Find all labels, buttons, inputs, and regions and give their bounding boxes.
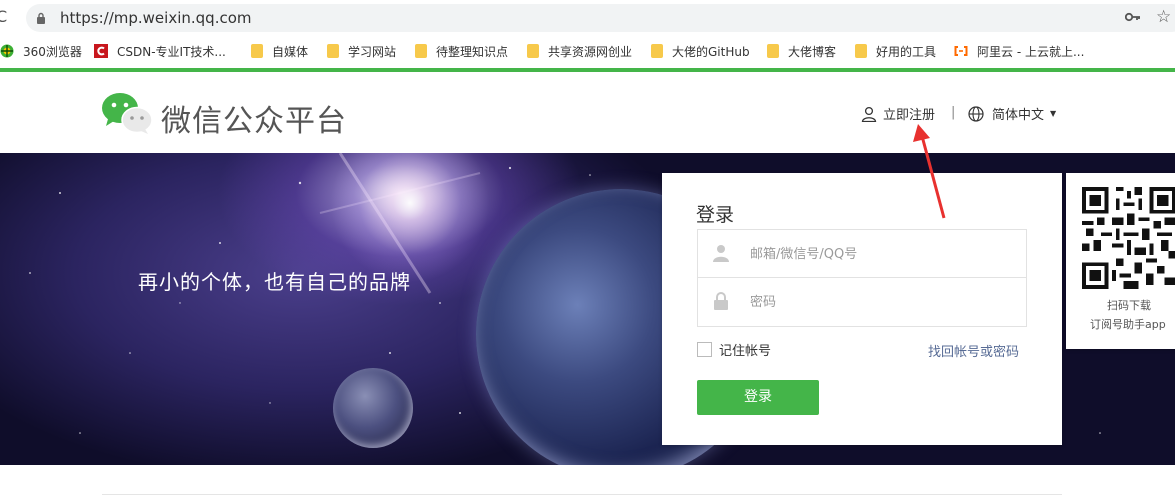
remember-label: 记住帐号	[719, 344, 772, 359]
content-divider	[102, 494, 1062, 495]
register-link[interactable]: 立即注册	[861, 104, 935, 123]
user-icon	[861, 106, 877, 122]
forgot-link[interactable]: 找回帐号或密码	[928, 341, 1019, 360]
folder-icon	[415, 44, 427, 58]
globe-icon	[968, 105, 984, 122]
bookmarks-bar: 360浏览器 CSDN-专业IT技术... 自媒体 学习网站 待整理知识点 共享…	[0, 36, 1175, 66]
lock-icon	[37, 12, 45, 24]
qr-caption-line1: 扫码下载	[1107, 299, 1151, 312]
qr-download-panel: 扫码下载 订阅号助手app	[1066, 173, 1175, 349]
password-input[interactable]	[750, 291, 1010, 313]
planet-small	[333, 368, 413, 448]
bookmark-aliyun[interactable]: 阿里云 - 上云就上...	[954, 42, 1084, 60]
header-separator: |	[951, 105, 956, 120]
folder-icon	[855, 44, 867, 58]
bookmark-folder[interactable]: 大佬博客	[767, 42, 836, 60]
browser-address-bar: C https://mp.weixin.qq.com ☆	[0, 0, 1175, 36]
key-icon[interactable]	[1125, 10, 1141, 24]
bookmark-label: 学习网站	[348, 44, 397, 59]
login-button[interactable]: 登录	[697, 380, 819, 415]
bookmark-folder[interactable]: 共享资源网创业	[527, 42, 632, 60]
bookmark-label: CSDN-专业IT技术...	[117, 44, 226, 59]
bookmark-label: 好用的工具	[876, 44, 937, 59]
bookmark-star-icon[interactable]: ☆	[1156, 7, 1171, 27]
language-selector[interactable]: 简体中文 ▼	[968, 104, 1056, 123]
360-browser-icon	[0, 44, 14, 58]
bookmark-label: 自媒体	[272, 44, 309, 59]
url-text[interactable]: https://mp.weixin.qq.com	[60, 9, 252, 27]
remember-account[interactable]: 记住帐号	[697, 340, 771, 359]
bookmark-label: 共享资源网创业	[548, 44, 633, 59]
folder-icon	[527, 44, 539, 58]
language-label: 简体中文	[992, 108, 1045, 123]
folder-icon	[327, 44, 339, 58]
site-title[interactable]: 微信公众平台	[161, 96, 347, 140]
remember-checkbox[interactable]	[697, 342, 712, 357]
qr-code-icon[interactable]	[1082, 187, 1175, 289]
login-title: 登录	[696, 204, 735, 226]
wechat-logo-icon[interactable]	[100, 91, 154, 135]
folder-icon	[251, 44, 263, 58]
bookmark-folder[interactable]: 好用的工具	[855, 42, 936, 60]
reload-icon[interactable]: C	[0, 7, 14, 27]
folder-icon	[651, 44, 663, 58]
qr-caption-line2: 订阅号助手app	[1090, 318, 1166, 331]
account-input[interactable]	[750, 243, 1010, 265]
aliyun-icon	[954, 46, 968, 56]
bookmark-csdn[interactable]: CSDN-专业IT技术...	[94, 42, 226, 60]
site-header: 微信公众平台 立即注册 | 简体中文 ▼	[0, 72, 1175, 153]
account-field[interactable]	[697, 229, 1027, 278]
register-label: 立即注册	[883, 108, 936, 123]
bookmark-label: 待整理知识点	[436, 44, 509, 59]
lock-icon	[714, 292, 728, 310]
csdn-icon	[94, 44, 108, 58]
bookmark-label: 阿里云 - 上云就上...	[977, 44, 1085, 59]
login-panel: 登录 记住帐号 找回帐号或密码 登录	[662, 173, 1062, 445]
bookmark-folder[interactable]: 待整理知识点	[415, 42, 508, 60]
bookmark-label: 360浏览器	[23, 44, 82, 59]
bookmark-label: 大佬的GitHub	[672, 44, 750, 59]
bookmark-folder[interactable]: 大佬的GitHub	[651, 42, 750, 60]
user-icon	[713, 245, 729, 262]
bookmark-label: 大佬博客	[788, 44, 837, 59]
folder-icon	[767, 44, 779, 58]
bookmark-360-browser[interactable]: 360浏览器	[0, 42, 82, 60]
banner-slogan: 再小的个体，也有自己的品牌	[138, 270, 411, 294]
chevron-down-icon: ▼	[1050, 109, 1057, 118]
bookmark-folder[interactable]: 学习网站	[327, 42, 396, 60]
bookmark-folder[interactable]: 自媒体	[251, 42, 308, 60]
password-field[interactable]	[697, 278, 1027, 327]
